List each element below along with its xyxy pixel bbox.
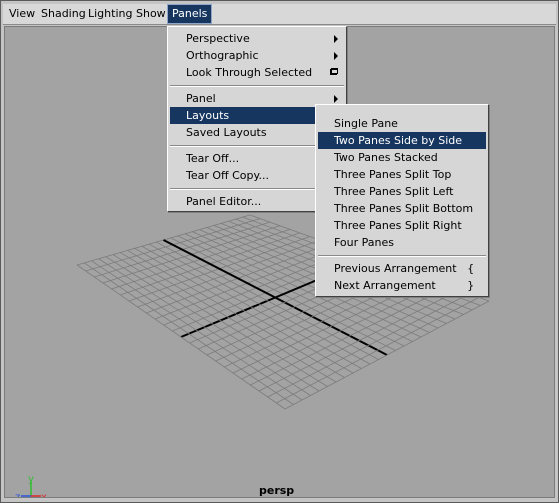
menu-item-two-panes-stacked[interactable]: Two Panes Stacked [318, 149, 486, 166]
menu-item-label: Layouts [186, 109, 230, 122]
menu-separator [170, 85, 344, 87]
menu-item-previous-arrangement[interactable]: Previous Arrangement { [318, 260, 486, 277]
submenu-arrow-icon [334, 95, 338, 103]
menu-item-four-panes[interactable]: Four Panes [318, 234, 486, 251]
layouts-submenu: Single Pane Two Panes Side by Side Two P… [315, 104, 489, 297]
menu-lighting[interactable]: Lighting [84, 4, 136, 24]
grid-line [112, 254, 328, 387]
camera-name-label: persp [259, 484, 295, 497]
menu-shading[interactable]: Shading [37, 4, 90, 24]
submenu-arrow-icon [334, 52, 338, 60]
grid-line [241, 282, 440, 380]
menu-item-perspective[interactable]: Perspective [170, 30, 344, 47]
hotkey-label: { [467, 262, 474, 275]
axis-gizmo-icon: y z x [15, 474, 47, 498]
menu-item-single-pane[interactable]: Single Pane [318, 115, 486, 132]
menu-item-label: Next Arrangement [334, 279, 436, 292]
grid-line [105, 256, 320, 392]
menu-item-orthographic[interactable]: Orthographic [170, 47, 344, 64]
menu-item-three-panes-split-left[interactable]: Three Panes Split Left [318, 183, 486, 200]
menu-item-label: Saved Layouts [186, 126, 267, 139]
menu-show[interactable]: Show [132, 4, 170, 24]
menu-item-label: Look Through Selected [186, 66, 313, 79]
panel-menubar: View Shading Lighting Show Panels [3, 4, 556, 25]
menu-item-label: Orthographic [186, 49, 259, 62]
menu-view[interactable]: View [5, 4, 39, 24]
axis-y-label: y [28, 474, 34, 485]
grid-line [83, 262, 294, 405]
grid-line [91, 260, 303, 401]
menu-item-two-panes-side-by-side[interactable]: Two Panes Side by Side [318, 132, 486, 149]
menu-item-three-panes-split-right[interactable]: Three Panes Split Right [318, 217, 486, 234]
axis-x-label: x [41, 492, 47, 498]
maya-window: View Shading Lighting Show Panels persp … [0, 0, 559, 503]
menu-item-three-panes-split-bottom[interactable]: Three Panes Split Bottom [318, 200, 486, 217]
menu-item-look-through-selected[interactable]: Look Through Selected [170, 64, 344, 81]
menu-separator [318, 255, 486, 257]
menu-item-label: Previous Arrangement [334, 262, 457, 275]
hotkey-label: } [467, 279, 474, 292]
axis-z-label: z [15, 492, 20, 498]
menu-panels[interactable]: Panels [167, 4, 213, 24]
option-box-icon[interactable] [330, 68, 338, 75]
menu-item-label: Panel [186, 92, 216, 105]
menu-item-three-panes-split-top[interactable]: Three Panes Split Top [318, 166, 486, 183]
menu-item-next-arrangement[interactable]: Next Arrangement } [318, 277, 486, 294]
submenu-arrow-icon [334, 35, 338, 43]
menu-item-label: Perspective [186, 32, 250, 45]
